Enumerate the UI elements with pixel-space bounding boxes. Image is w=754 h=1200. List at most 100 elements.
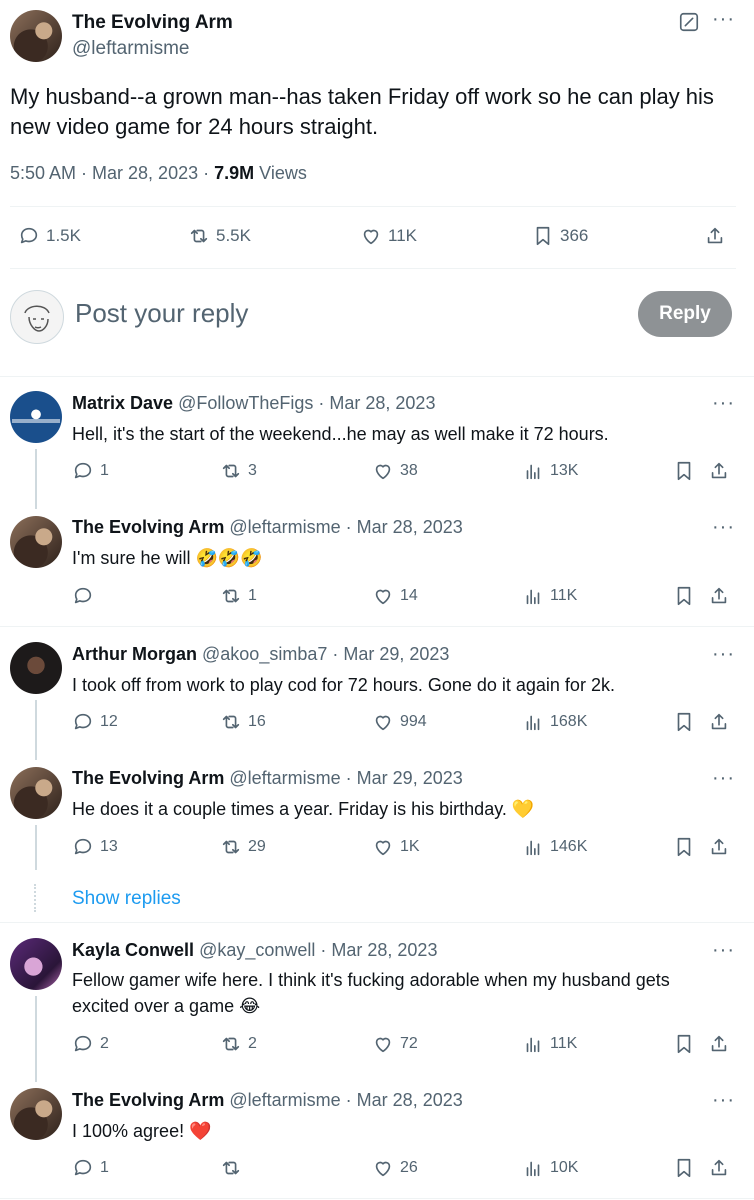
like-action[interactable]: 38 — [372, 460, 418, 482]
more-icon[interactable]: ··· — [712, 939, 735, 962]
retweet-action[interactable]: 3 — [220, 460, 257, 482]
retweet-icon — [222, 464, 240, 478]
bookmark-icon[interactable] — [673, 836, 695, 863]
reply-author-name[interactable]: Matrix Dave — [72, 393, 173, 413]
my-avatar[interactable] — [10, 290, 64, 344]
reply-avatar[interactable] — [10, 1088, 62, 1140]
bookmark-icon[interactable] — [673, 1033, 695, 1060]
like-action[interactable]: 14 — [372, 585, 418, 607]
like-action[interactable]: 11K — [360, 225, 417, 247]
views-action[interactable]: 13K — [522, 460, 578, 482]
more-icon[interactable]: ··· — [712, 1089, 735, 1112]
reply-action[interactable]: 1 — [72, 1157, 109, 1179]
share-icon[interactable] — [708, 585, 730, 612]
views-action[interactable]: 146K — [522, 836, 587, 858]
reply-icon — [74, 462, 92, 479]
share-icon[interactable] — [704, 225, 726, 252]
like-count: 11K — [388, 226, 417, 245]
reply-author-handle[interactable]: @leftarmisme — [229, 1090, 340, 1110]
bookmark-icon[interactable] — [673, 1157, 695, 1184]
reply-count: 12 — [100, 713, 118, 730]
retweet-icon — [222, 1161, 240, 1175]
reply-author-handle[interactable]: @FollowTheFigs — [178, 393, 313, 413]
share-icon[interactable] — [708, 711, 730, 738]
reply-avatar[interactable] — [10, 938, 62, 990]
reply-input[interactable]: Post your reply — [75, 298, 248, 329]
like-action[interactable]: 72 — [372, 1033, 418, 1055]
retweet-icon — [222, 1037, 240, 1051]
views-action[interactable]: 10K — [522, 1157, 578, 1179]
views-action[interactable]: 11K — [522, 585, 577, 607]
more-icon[interactable]: ··· — [712, 643, 735, 666]
like-action[interactable]: 994 — [372, 711, 427, 733]
author-avatar[interactable] — [10, 10, 62, 62]
share-icon[interactable] — [708, 1157, 730, 1184]
views-count: 11K — [550, 587, 578, 604]
retweet-action[interactable]: 1 — [220, 585, 257, 607]
retweet-action[interactable]: 16 — [220, 711, 266, 733]
reply-author-name[interactable]: The Evolving Arm — [72, 1090, 224, 1110]
reply-date[interactable]: · Mar 28, 2023 — [313, 393, 435, 413]
tweet-text-line: My husband--a grown man--has taken Frida… — [10, 84, 714, 109]
reply-date[interactable]: · Mar 29, 2023 — [327, 644, 449, 664]
reply-date[interactable]: · Mar 28, 2023 — [315, 940, 437, 960]
share-icon[interactable] — [708, 460, 730, 487]
reply-author-name[interactable]: Kayla Conwell — [72, 940, 194, 960]
more-icon[interactable]: ··· — [712, 516, 735, 539]
like-action[interactable]: 26 — [372, 1157, 418, 1179]
reply-avatar[interactable] — [10, 642, 62, 694]
reply-author-name[interactable]: Arthur Morgan — [72, 644, 197, 664]
author-handle[interactable]: @leftarmisme — [72, 38, 189, 60]
bookmark-icon[interactable] — [673, 585, 695, 612]
reply-action[interactable]: 1 — [72, 460, 109, 482]
reply-icon — [74, 1035, 92, 1052]
more-icon[interactable]: ··· — [712, 392, 735, 415]
views-action[interactable]: 11K — [522, 1033, 577, 1055]
like-icon — [375, 464, 391, 480]
reply-action[interactable]: 1.5K — [18, 225, 81, 247]
reply-action[interactable]: 2 — [72, 1033, 109, 1055]
reply-author-handle[interactable]: @leftarmisme — [229, 768, 340, 788]
reply-icon — [74, 1159, 92, 1176]
grok-icon[interactable] — [678, 11, 700, 38]
bookmark-icon[interactable] — [673, 460, 695, 487]
timestamp[interactable]: 5:50 AM · Mar 28, 2023 · — [10, 163, 214, 183]
more-icon[interactable]: ··· — [712, 767, 735, 790]
reply-button[interactable]: Reply — [638, 291, 732, 337]
reply-avatar[interactable] — [10, 516, 62, 568]
retweet-action[interactable]: 2 — [220, 1033, 257, 1055]
reply-author-name[interactable]: The Evolving Arm — [72, 517, 224, 537]
reply-avatar[interactable] — [10, 767, 62, 819]
retweet-count: 1 — [248, 587, 257, 604]
reply-count: 1 — [100, 1159, 109, 1176]
like-action[interactable]: 1K — [372, 836, 420, 858]
thread-line — [35, 996, 37, 1082]
more-icon[interactable]: ··· — [712, 8, 735, 31]
reply-icon — [74, 713, 92, 730]
like-count: 26 — [400, 1159, 418, 1176]
reply-date[interactable]: · Mar 28, 2023 — [341, 1090, 463, 1110]
like-icon — [375, 589, 391, 605]
retweet-action[interactable] — [220, 1157, 248, 1179]
retweet-icon — [222, 715, 240, 729]
reply-author-name[interactable]: The Evolving Arm — [72, 768, 224, 788]
reply-date[interactable]: · Mar 29, 2023 — [341, 768, 463, 788]
retweet-action[interactable]: 5.5K — [188, 225, 251, 247]
share-icon[interactable] — [708, 1033, 730, 1060]
reply-avatar[interactable] — [10, 391, 62, 443]
share-icon[interactable] — [708, 836, 730, 863]
reply-date[interactable]: · Mar 28, 2023 — [341, 517, 463, 537]
reply-author-handle[interactable]: @leftarmisme — [229, 517, 340, 537]
bookmark-action[interactable]: 366 — [532, 225, 588, 247]
reply-action[interactable]: 13 — [72, 836, 118, 858]
views-action[interactable]: 168K — [522, 711, 587, 733]
reply-author-handle[interactable]: @akoo_simba7 — [202, 644, 327, 664]
bookmark-icon[interactable] — [673, 711, 695, 738]
reply-action[interactable] — [72, 585, 100, 607]
reply-action[interactable]: 12 — [72, 711, 118, 733]
author-name[interactable]: The Evolving Arm — [72, 12, 233, 34]
retweet-icon — [222, 840, 240, 854]
retweet-action[interactable]: 29 — [220, 836, 266, 858]
reply-author-handle[interactable]: @kay_conwell — [199, 940, 315, 960]
show-replies-link[interactable]: Show replies — [72, 888, 181, 910]
